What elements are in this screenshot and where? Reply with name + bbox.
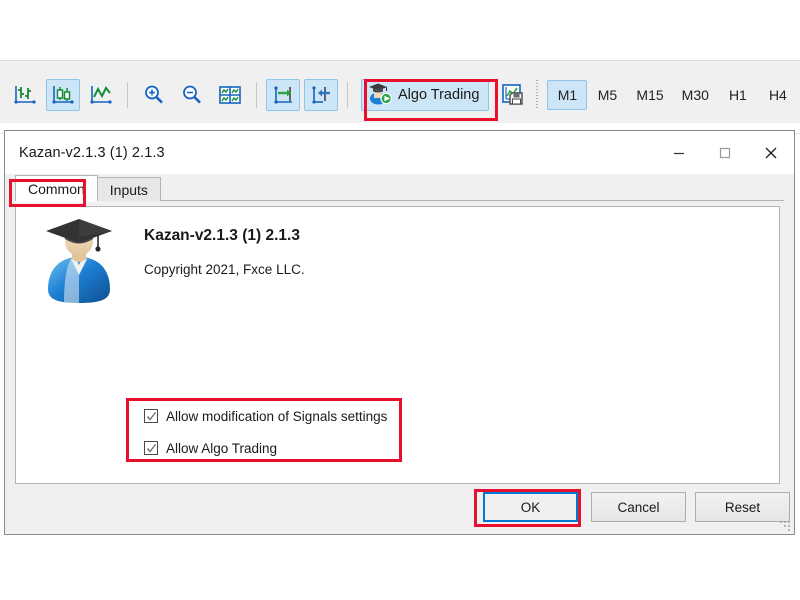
timeframe-m30[interactable]: M30 — [673, 80, 718, 110]
permissions-group: Allow modification of Signals settings A… — [144, 403, 387, 467]
line-chart-button[interactable] — [84, 79, 118, 111]
tile-windows-button[interactable] — [213, 79, 247, 111]
timeframe-bar: M1 M5 M15 M30 H1 H4 — [547, 79, 797, 111]
expert-properties-dialog: Kazan-v2.1.3 (1) 2.1.3 Common Inputs Kaz… — [4, 130, 795, 535]
timeframe-m5[interactable]: M5 — [587, 80, 627, 110]
algo-trading-label: Algo Trading — [398, 87, 480, 103]
minimize-button[interactable] — [656, 131, 702, 174]
product-copyright: Copyright 2021, Fxce LLC. — [144, 262, 305, 277]
cancel-button[interactable]: Cancel — [591, 492, 686, 522]
dialog-title: Kazan-v2.1.3 (1) 2.1.3 — [19, 144, 165, 161]
dialog-tabstrip: Common Inputs — [5, 174, 794, 202]
tab-common[interactable]: Common — [15, 175, 98, 202]
mt5-toolbar: Algo Trading M1 M5 M15 M30 H1 H4 — [0, 60, 800, 124]
common-tab-panel: Kazan-v2.1.3 (1) 2.1.3 Copyright 2021, F… — [15, 206, 780, 484]
product-title: Kazan-v2.1.3 (1) 2.1.3 — [144, 227, 300, 244]
resize-grip[interactable] — [779, 520, 791, 532]
algo-trading-wrap: Algo Trading — [361, 79, 490, 111]
toolbar-content: Algo Trading M1 M5 M15 M30 H1 H4 — [6, 75, 798, 115]
toolbar-separator — [127, 82, 128, 108]
allow-algo-trading-checkbox[interactable] — [144, 441, 158, 455]
maximize-button[interactable] — [702, 131, 748, 174]
zoom-in-button[interactable] — [137, 79, 171, 111]
templates-button[interactable] — [497, 79, 531, 111]
bar-chart-button[interactable] — [8, 79, 42, 111]
allow-signals-checkbox[interactable] — [144, 409, 158, 423]
candlestick-chart-button[interactable] — [46, 79, 80, 111]
zoom-out-button[interactable] — [175, 79, 209, 111]
reset-button[interactable]: Reset — [695, 492, 790, 522]
close-button[interactable] — [748, 131, 794, 174]
timeframe-h4[interactable]: H4 — [758, 80, 798, 110]
algo-trading-icon — [367, 81, 393, 110]
checkbox-row-algo[interactable]: Allow Algo Trading — [144, 435, 387, 461]
algo-trading-button[interactable]: Algo Trading — [361, 79, 490, 111]
screenshot-root: Algo Trading M1 M5 M15 M30 H1 H4 Kazan-v… — [0, 0, 800, 600]
dialog-titlebar[interactable]: Kazan-v2.1.3 (1) 2.1.3 — [5, 131, 794, 174]
auto-scroll-button[interactable] — [266, 79, 300, 111]
product-info: Kazan-v2.1.3 (1) 2.1.3 Copyright 2021, F… — [40, 213, 305, 305]
timeframe-h1[interactable]: H1 — [718, 80, 758, 110]
product-text: Kazan-v2.1.3 (1) 2.1.3 Copyright 2021, F… — [144, 213, 305, 305]
tab-inputs[interactable]: Inputs — [96, 177, 161, 201]
ok-button[interactable]: OK — [483, 492, 578, 522]
toolbar-separator — [347, 82, 348, 108]
toolbar-grip[interactable] — [535, 80, 541, 110]
checkbox-row-signals[interactable]: Allow modification of Signals settings — [144, 403, 387, 429]
allow-algo-trading-label: Allow Algo Trading — [166, 440, 278, 456]
allow-signals-label: Allow modification of Signals settings — [166, 408, 388, 424]
timeframe-m15[interactable]: M15 — [627, 80, 672, 110]
toolbar-separator — [256, 82, 257, 108]
dialog-footer: OK Cancel Reset — [5, 482, 794, 534]
chart-shift-button[interactable] — [304, 79, 338, 111]
expert-advisor-graduate-icon — [40, 213, 118, 305]
timeframe-m1[interactable]: M1 — [547, 80, 588, 110]
window-controls — [656, 131, 794, 174]
